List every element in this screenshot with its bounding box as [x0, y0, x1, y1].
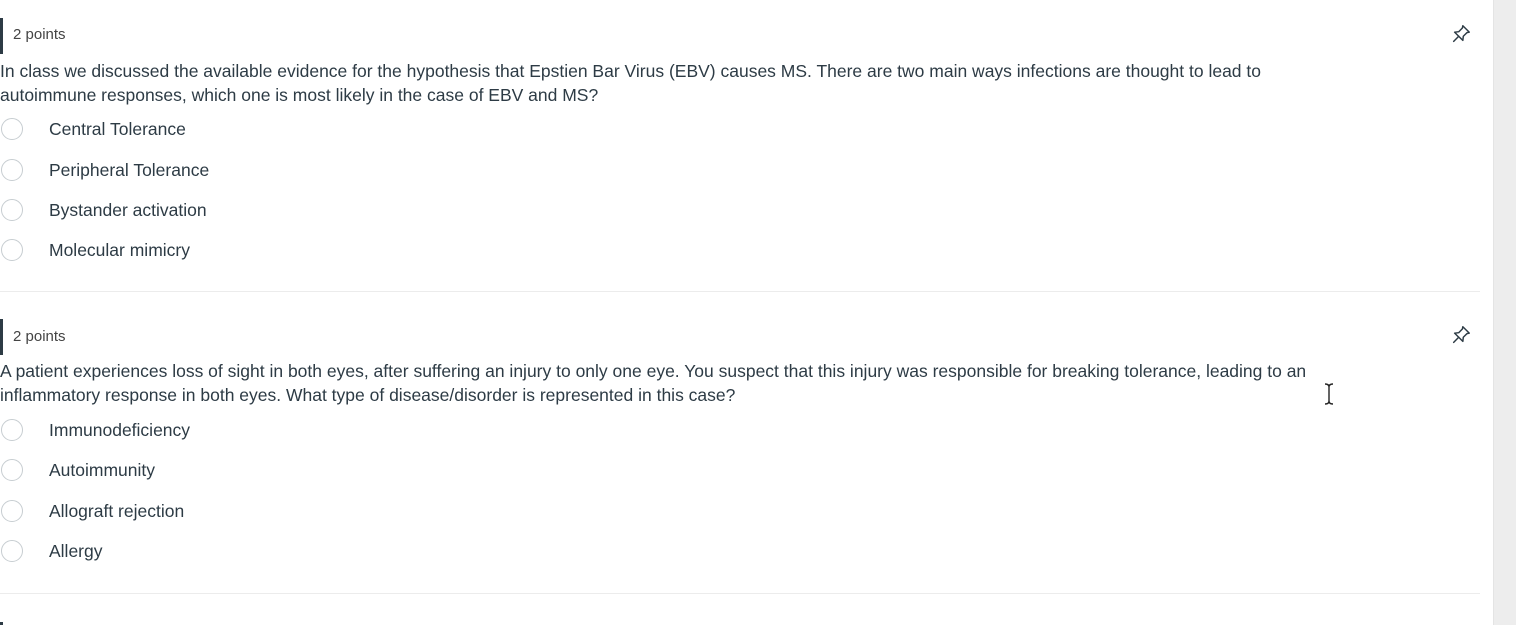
- question-text-line: autoimmune responses, which one is most …: [0, 85, 599, 105]
- answer-option[interactable]: Allergy: [0, 537, 400, 565]
- question-text-line: In class we discussed the available evid…: [0, 61, 1261, 81]
- scrollbar[interactable]: [1493, 0, 1516, 625]
- points-marker: [0, 18, 3, 54]
- answer-label: Autoimmunity: [49, 459, 156, 480]
- radio-button[interactable]: [1, 459, 23, 481]
- radio-button[interactable]: [1, 118, 23, 140]
- radio-button[interactable]: [1, 159, 23, 181]
- question-3: [0, 593, 1480, 625]
- question-text-line: inflammatory response in both eyes. What…: [0, 385, 736, 405]
- answer-option[interactable]: Molecular mimicry: [0, 236, 400, 264]
- radio-button[interactable]: [1, 419, 23, 441]
- radio-button[interactable]: [1, 239, 23, 261]
- quiz-content: 2 points In class we discussed the avail…: [0, 0, 1480, 625]
- answer-label: Central Tolerance: [49, 118, 186, 139]
- answer-label: Peripheral Tolerance: [49, 159, 210, 180]
- pin-icon[interactable]: [1450, 23, 1472, 45]
- answer-label: Allergy: [49, 540, 103, 561]
- question-points: 2 points: [13, 26, 66, 43]
- question-text: A patient experiences loss of sight in b…: [0, 359, 1470, 407]
- answer-option[interactable]: Autoimmunity: [0, 456, 400, 484]
- text-cursor-icon: [1324, 383, 1334, 405]
- answer-option[interactable]: Central Tolerance: [0, 115, 400, 143]
- answer-label: Immunodeficiency: [49, 419, 191, 440]
- answer-label: Allograft rejection: [49, 500, 185, 521]
- answer-option[interactable]: Immunodeficiency: [0, 416, 400, 444]
- question-1: 2 points In class we discussed the avail…: [0, 0, 1480, 291]
- radio-button[interactable]: [1, 540, 23, 562]
- radio-button[interactable]: [1, 500, 23, 522]
- answer-label: Molecular mimicry: [49, 239, 190, 260]
- answer-option[interactable]: Allograft rejection: [0, 497, 400, 525]
- pin-icon[interactable]: [1450, 324, 1472, 346]
- radio-button[interactable]: [1, 199, 23, 221]
- question-points: 2 points: [13, 328, 66, 345]
- answer-option[interactable]: Bystander activation: [0, 196, 400, 224]
- quiz-page: 2 points In class we discussed the avail…: [0, 0, 1516, 625]
- question-text: In class we discussed the available evid…: [0, 59, 1470, 107]
- question-2: 2 points A patient experiences loss of s…: [0, 291, 1480, 593]
- points-marker: [0, 319, 3, 355]
- question-text-line: A patient experiences loss of sight in b…: [0, 361, 1307, 381]
- answer-option[interactable]: Peripheral Tolerance: [0, 156, 400, 184]
- answer-label: Bystander activation: [49, 199, 207, 220]
